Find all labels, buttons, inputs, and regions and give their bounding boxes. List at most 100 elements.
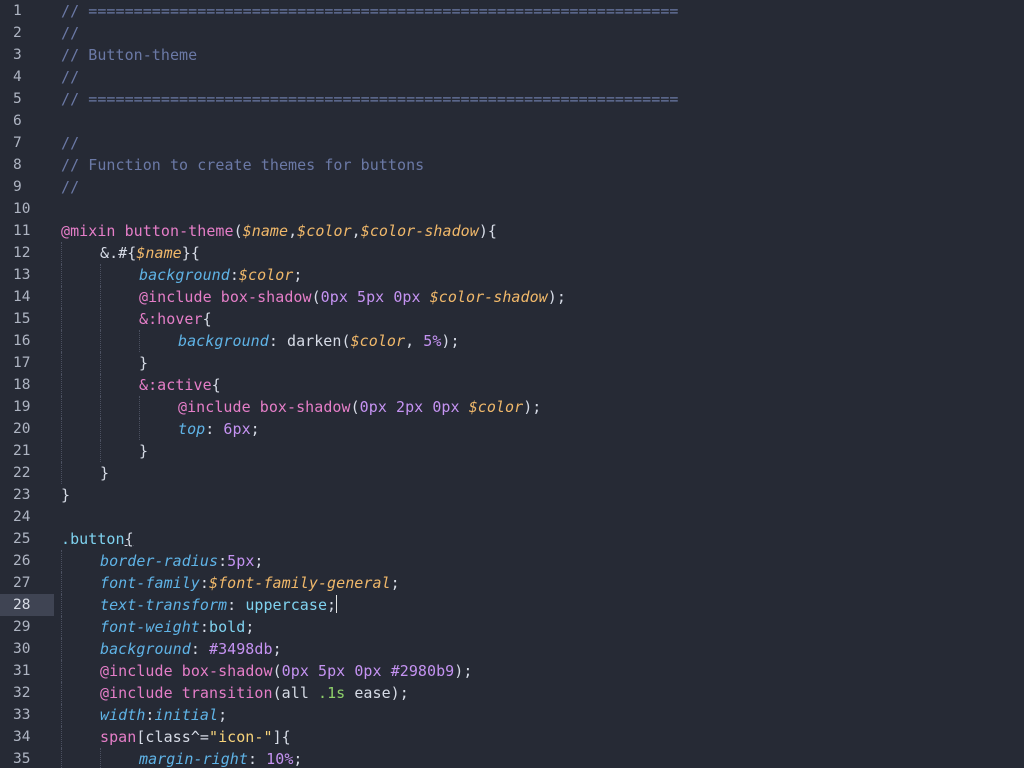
code-text[interactable]: @mixin button-theme($name,$color,$color-… <box>61 220 497 242</box>
code-line[interactable]: 13 background:$color; <box>0 264 1024 286</box>
code-text[interactable]: border-radius:5px; <box>100 550 264 572</box>
code-text[interactable]: } <box>139 352 148 374</box>
code-text[interactable]: // Function to create themes for buttons <box>61 154 424 176</box>
indent-guide <box>61 638 62 660</box>
code-text[interactable]: &:active{ <box>139 374 221 396</box>
indent-guide <box>139 330 140 352</box>
code-text[interactable]: background:$color; <box>139 264 303 286</box>
code-line[interactable]: 32 @include transition(all .1s ease); <box>0 682 1024 704</box>
code-line[interactable]: 1 // ====================================… <box>0 0 1024 22</box>
code-text[interactable]: width:initial; <box>100 704 227 726</box>
code-line[interactable]: 6 <box>0 110 1024 132</box>
code-line[interactable]: 14 @include box-shadow(0px 5px 0px $color… <box>0 286 1024 308</box>
code-line[interactable]: 33 width:initial; <box>0 704 1024 726</box>
code-line[interactable]: 15 &:hover{ <box>0 308 1024 330</box>
code-token: : <box>145 706 155 724</box>
code-line[interactable]: 26 border-radius:5px; <box>0 550 1024 572</box>
code-line[interactable]: 31 @include box-shadow(0px 5px 0px #2980b… <box>0 660 1024 682</box>
code-line[interactable]: 11 @mixin button-theme($name,$color,$colo… <box>0 220 1024 242</box>
code-token: margin-right <box>139 750 248 768</box>
code-line[interactable]: 7 // <box>0 132 1024 154</box>
code-text[interactable]: font-family:$font-family-general; <box>100 572 400 594</box>
code-line[interactable]: 16 background: darken($color, 5%); <box>0 330 1024 352</box>
code-text[interactable]: .button{ <box>61 528 134 550</box>
code-line[interactable]: 12 &.#{$name}{ <box>0 242 1024 264</box>
code-text[interactable]: } <box>61 484 70 506</box>
indent-guide <box>100 418 101 440</box>
code-line[interactable]: 5 // ====================================… <box>0 88 1024 110</box>
indent-guide <box>100 396 101 418</box>
code-line[interactable]: 19 @include box-shadow(0px 2px 0px $color… <box>0 396 1024 418</box>
code-text[interactable]: } <box>100 462 109 484</box>
code-line[interactable]: 18 &:active{ <box>0 374 1024 396</box>
code-line[interactable]: 17} <box>0 352 1024 374</box>
code-token: : <box>268 332 287 350</box>
code-text[interactable]: // Button-theme <box>61 44 197 66</box>
code-token: ){ <box>478 222 497 240</box>
code-text[interactable]: top: 6px; <box>178 418 260 440</box>
code-token: $font-family-general <box>208 574 391 592</box>
code-text[interactable]: @include transition(all .1s ease); <box>100 682 409 704</box>
code-line[interactable]: 4 // <box>0 66 1024 88</box>
code-line[interactable]: 20 top: 6px; <box>0 418 1024 440</box>
code-text[interactable]: // <box>61 132 79 154</box>
code-line[interactable]: 35 margin-right: 10%; <box>0 748 1024 768</box>
code-line[interactable]: 23} <box>0 484 1024 506</box>
code-token: 2px <box>396 398 424 416</box>
code-line[interactable]: 21} <box>0 440 1024 462</box>
text-cursor <box>336 595 338 613</box>
code-line[interactable]: 28 text-transform: uppercase; <box>0 594 1024 616</box>
code-text[interactable]: // =====================================… <box>61 0 679 22</box>
code-line[interactable]: 3 // Button-theme <box>0 44 1024 66</box>
code-text[interactable]: // <box>61 66 79 88</box>
code-line[interactable]: 9 // <box>0 176 1024 198</box>
code-text[interactable]: // =====================================… <box>61 88 679 110</box>
code-line[interactable]: 25 .button{ <box>0 528 1024 550</box>
code-token: ; <box>293 266 303 284</box>
code-line[interactable]: 24 <box>0 506 1024 528</box>
code-token: ( <box>341 332 351 350</box>
line-number: 18 <box>13 377 31 393</box>
code-token: // =====================================… <box>61 2 679 20</box>
code-text[interactable]: &:hover{ <box>139 308 212 330</box>
line-number: 4 <box>13 69 22 85</box>
code-line[interactable]: 8 // Function to create themes for button… <box>0 154 1024 176</box>
code-line[interactable]: 30 background: #3498db; <box>0 638 1024 660</box>
code-token: { <box>202 310 212 328</box>
code-text[interactable]: font-weight:bold; <box>100 616 254 638</box>
code-text[interactable]: @include box-shadow(0px 5px 0px #2980b9)… <box>100 660 472 682</box>
code-text[interactable]: margin-right: 10%; <box>139 748 303 768</box>
code-text[interactable]: @include box-shadow(0px 2px 0px $color); <box>178 396 541 418</box>
code-text[interactable]: span[class^="icon-"]{ <box>100 726 291 748</box>
code-text[interactable]: // <box>61 22 79 44</box>
code-line[interactable]: 2 // <box>0 22 1024 44</box>
code-text[interactable]: text-transform: uppercase; <box>100 594 338 616</box>
code-line[interactable]: 27 font-family:$font-family-general; <box>0 572 1024 594</box>
code-text[interactable]: background: #3498db; <box>100 638 282 660</box>
code-token: ]{ <box>272 728 291 746</box>
code-token: #3498db <box>208 640 273 658</box>
code-text[interactable]: @include box-shadow(0px 5px 0px $color-s… <box>139 286 566 308</box>
code-token: @mixin <box>61 222 116 240</box>
code-text[interactable]: background: darken($color, 5%); <box>178 330 460 352</box>
code-line[interactable]: 29 font-weight:bold; <box>0 616 1024 638</box>
line-number: 29 <box>13 619 31 635</box>
code-line[interactable]: 34 span[class^="icon-"]{ <box>0 726 1024 748</box>
code-token: // =====================================… <box>61 90 679 108</box>
code-text[interactable]: // <box>61 176 79 198</box>
code-token: , <box>288 222 298 240</box>
code-editor[interactable]: 1 // ====================================… <box>0 0 1024 768</box>
code-token: // <box>61 68 80 86</box>
line-number: 12 <box>13 245 31 261</box>
line-number: 30 <box>13 641 31 657</box>
code-text[interactable]: &.#{$name}{ <box>100 242 200 264</box>
code-line[interactable]: 10 <box>0 198 1024 220</box>
code-token: 6px <box>223 420 251 438</box>
code-token: ; <box>293 750 303 768</box>
code-line[interactable]: 22} <box>0 462 1024 484</box>
code-text[interactable]: } <box>139 440 148 462</box>
